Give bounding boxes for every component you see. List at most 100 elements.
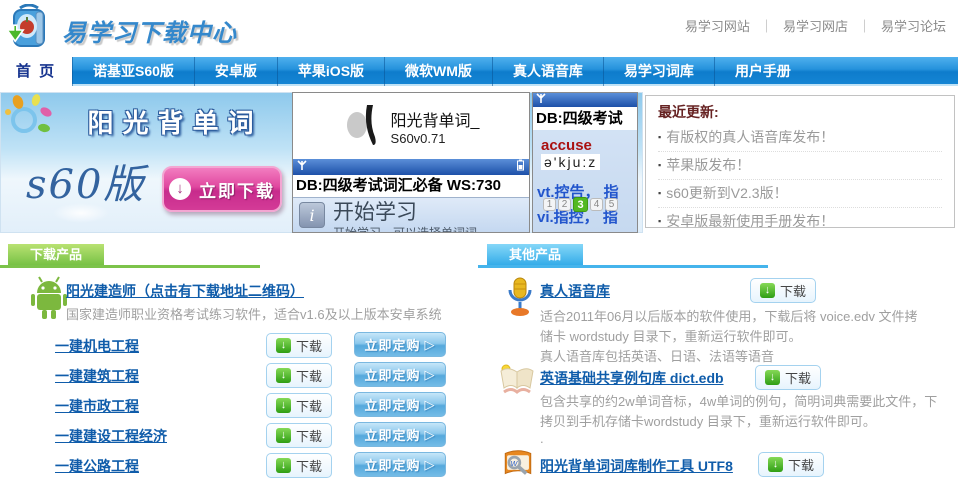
other-desc-line: . (540, 431, 544, 446)
site-logo[interactable]: 易学习下载中心 (6, 4, 237, 57)
update-item[interactable]: ▪安卓版最新使用手册发布！ (658, 208, 942, 235)
download-arrow-icon: ↓ (276, 398, 291, 413)
order-arrow-icon: ▷ (425, 367, 436, 383)
link-separator: ｜ (760, 16, 773, 35)
bullet-icon: ▪ (658, 188, 661, 198)
nav-tab-dict[interactable]: 易学习词库 (603, 57, 714, 86)
download-button[interactable]: ↓下载 (266, 363, 332, 388)
toolbook-icon: w (500, 448, 536, 479)
banner-title: 阳光背单词 (60, 103, 290, 140)
other-desc-line: 拷贝到手机存储卡wordstudy 目录下，重新运行软件即可。 (540, 411, 876, 430)
item-link[interactable]: 一建建设工程经济 (55, 426, 167, 446)
product-link-builder[interactable]: 阳光建造师（点击有下载地址二维码） (66, 281, 304, 301)
other-link-tool[interactable]: 阳光背单词词库制作工具 UTF8 (540, 456, 733, 476)
item-link[interactable]: 一建市政工程 (55, 396, 139, 416)
tab-download-products[interactable]: 下载产品 (8, 244, 104, 266)
dictionary-status-line: DB:四级考试词汇必备 WS:730 (293, 175, 529, 197)
page-dot-4[interactable]: 4 (590, 198, 603, 211)
nav-tab-manual[interactable]: 用户手册 (714, 57, 811, 86)
order-arrow-icon: ▷ (425, 397, 436, 413)
header-link-shop[interactable]: 易学习网店 (783, 16, 848, 35)
recent-updates-title: 最近更新: (658, 102, 942, 122)
app-name: 阳光背单词_ (391, 107, 480, 131)
bullet-icon: ▪ (658, 132, 661, 142)
update-item[interactable]: ▪有版权的真人语音库发布！ (658, 124, 942, 152)
book-icon (498, 362, 536, 401)
download-button[interactable]: ↓下载 (755, 365, 821, 390)
page-dot-2[interactable]: 2 (558, 198, 571, 211)
item-link[interactable]: 一建公路工程 (55, 456, 139, 476)
download-arrow-icon: ↓ (765, 370, 780, 385)
item-link[interactable]: 一建机电工程 (55, 336, 139, 356)
blue-rule (478, 265, 768, 268)
phone-screenshot-menu: 阳光背单词_ S60v0.71 DB:四级考试词汇必备 WS:730 i 开始学… (292, 92, 530, 233)
download-button[interactable]: ↓下载 (266, 393, 332, 418)
header-link-website[interactable]: 易学习网站 (685, 16, 750, 35)
nav-tab-android[interactable]: 安卓版 (194, 57, 277, 86)
nav-tab-home[interactable]: 首 页 (0, 57, 72, 86)
download-arrow-icon: ↓ (768, 457, 783, 472)
order-now-button[interactable]: 立即定购▷ (354, 392, 446, 417)
banner-edition: s60版 (26, 152, 145, 210)
backpack-download-icon (6, 4, 52, 57)
download-arrow-icon: ↓ (276, 428, 291, 443)
download-button[interactable]: ↓下载 (266, 423, 332, 448)
nav-tab-s60[interactable]: 诺基亚S60版 (72, 57, 194, 86)
page-dot-3-active[interactable]: 3 (573, 197, 588, 212)
download-button[interactable]: ↓下载 (266, 333, 332, 358)
bullet-icon: ▪ (658, 216, 661, 226)
download-arrow-icon: ↓ (276, 368, 291, 383)
other-link-dict[interactable]: 英语基础共享例句库 dict.edb (540, 368, 724, 388)
tab-other-products[interactable]: 其他产品 (487, 244, 583, 266)
menu-item-subtitle: 开始学习，可以选择单词词 (333, 224, 477, 233)
order-arrow-icon: ▷ (425, 457, 436, 473)
app-splash: 阳光背单词_ S60v0.71 (293, 93, 529, 159)
order-now-button[interactable]: 立即定购▷ (354, 452, 446, 477)
download-row: 一建市政工程 ↓下载 立即定购▷ (0, 390, 478, 420)
nav-tab-ios[interactable]: 苹果iOS版 (277, 57, 384, 86)
item-link[interactable]: 一建建筑工程 (55, 366, 139, 386)
order-now-button[interactable]: 立即定购▷ (354, 362, 446, 387)
carousel-pagination: 1 2 3 4 5 (543, 197, 618, 212)
download-button[interactable]: ↓下载 (266, 453, 332, 478)
green-rule (0, 265, 260, 268)
order-now-button[interactable]: 立即定购▷ (354, 422, 446, 447)
signal-icon (297, 158, 307, 176)
page: 易学习下载中心 易学习网站 ｜ 易学习网店 ｜ 易学习论坛 首 页 诺基亚S60… (0, 0, 958, 479)
battery-icon (516, 158, 525, 176)
word-phonetic: ə'kju:z (541, 154, 600, 170)
update-item[interactable]: ▪s60更新到V2.3版！ (658, 180, 942, 208)
nav-tab-voice[interactable]: 真人语音库 (492, 57, 603, 86)
download-button[interactable]: ↓下载 (758, 452, 824, 477)
download-button[interactable]: ↓下载 (750, 278, 816, 303)
banner-download-button[interactable]: ↓ 立即下载 (162, 166, 282, 212)
app-version: S60v0.71 (391, 131, 480, 146)
download-arrow-icon: ↓ (276, 458, 291, 473)
product-description: 国家建造师职业资格考试练习软件，适合v1.6及以上版本安卓系统 (66, 304, 442, 323)
download-arrow-icon: ↓ (276, 338, 291, 353)
update-item[interactable]: ▪苹果版发布！ (658, 152, 942, 180)
page-dot-5[interactable]: 5 (605, 198, 618, 211)
other-desc-line: 储卡 wordstudy 目录下，重新运行软件即可。 (540, 326, 801, 345)
other-link-voice[interactable]: 真人语音库 (540, 281, 610, 301)
link-separator: ｜ (858, 16, 871, 35)
status-bar (293, 159, 529, 175)
download-row: 一建建设工程经济 ↓下载 立即定购▷ (0, 420, 478, 450)
app-logo-icon (343, 99, 383, 154)
page-dot-1[interactable]: 1 (543, 198, 556, 211)
word-entry: accuse (541, 137, 592, 154)
recent-updates-box: 最近更新: ▪有版权的真人语音库发布！ ▪苹果版发布！ ▪s60更新到V2.3版… (645, 95, 955, 228)
sparkle-icon (2, 94, 56, 149)
nav-tabs: 诺基亚S60版 安卓版 苹果iOS版 微软WM版 真人语音库 易学习词库 用户手… (72, 57, 811, 86)
header-link-forum[interactable]: 易学习论坛 (881, 16, 946, 35)
other-desc-line: 包含共享的约2w单词音标，4w单词的例句，简明词典需要此文件，下 (540, 391, 937, 410)
nav-tab-wm[interactable]: 微软WM版 (384, 57, 492, 86)
order-now-button[interactable]: 立即定购▷ (354, 332, 446, 357)
order-arrow-icon: ▷ (425, 337, 436, 353)
main-nav: 首 页 诺基亚S60版 安卓版 苹果iOS版 微软WM版 真人语音库 易学习词库… (0, 57, 958, 86)
download-list: 一建机电工程 ↓下载 立即定购▷ 一建建筑工程 ↓下载 立即定购▷ 一建市政工程… (0, 330, 478, 479)
download-circle-icon: ↓ (169, 178, 191, 200)
other-desc-line: 真人语音库包括英语、日语、法语等语音 (540, 346, 774, 365)
bullet-icon: ▪ (658, 160, 661, 170)
header-links: 易学习网站 ｜ 易学习网店 ｜ 易学习论坛 (685, 16, 946, 35)
